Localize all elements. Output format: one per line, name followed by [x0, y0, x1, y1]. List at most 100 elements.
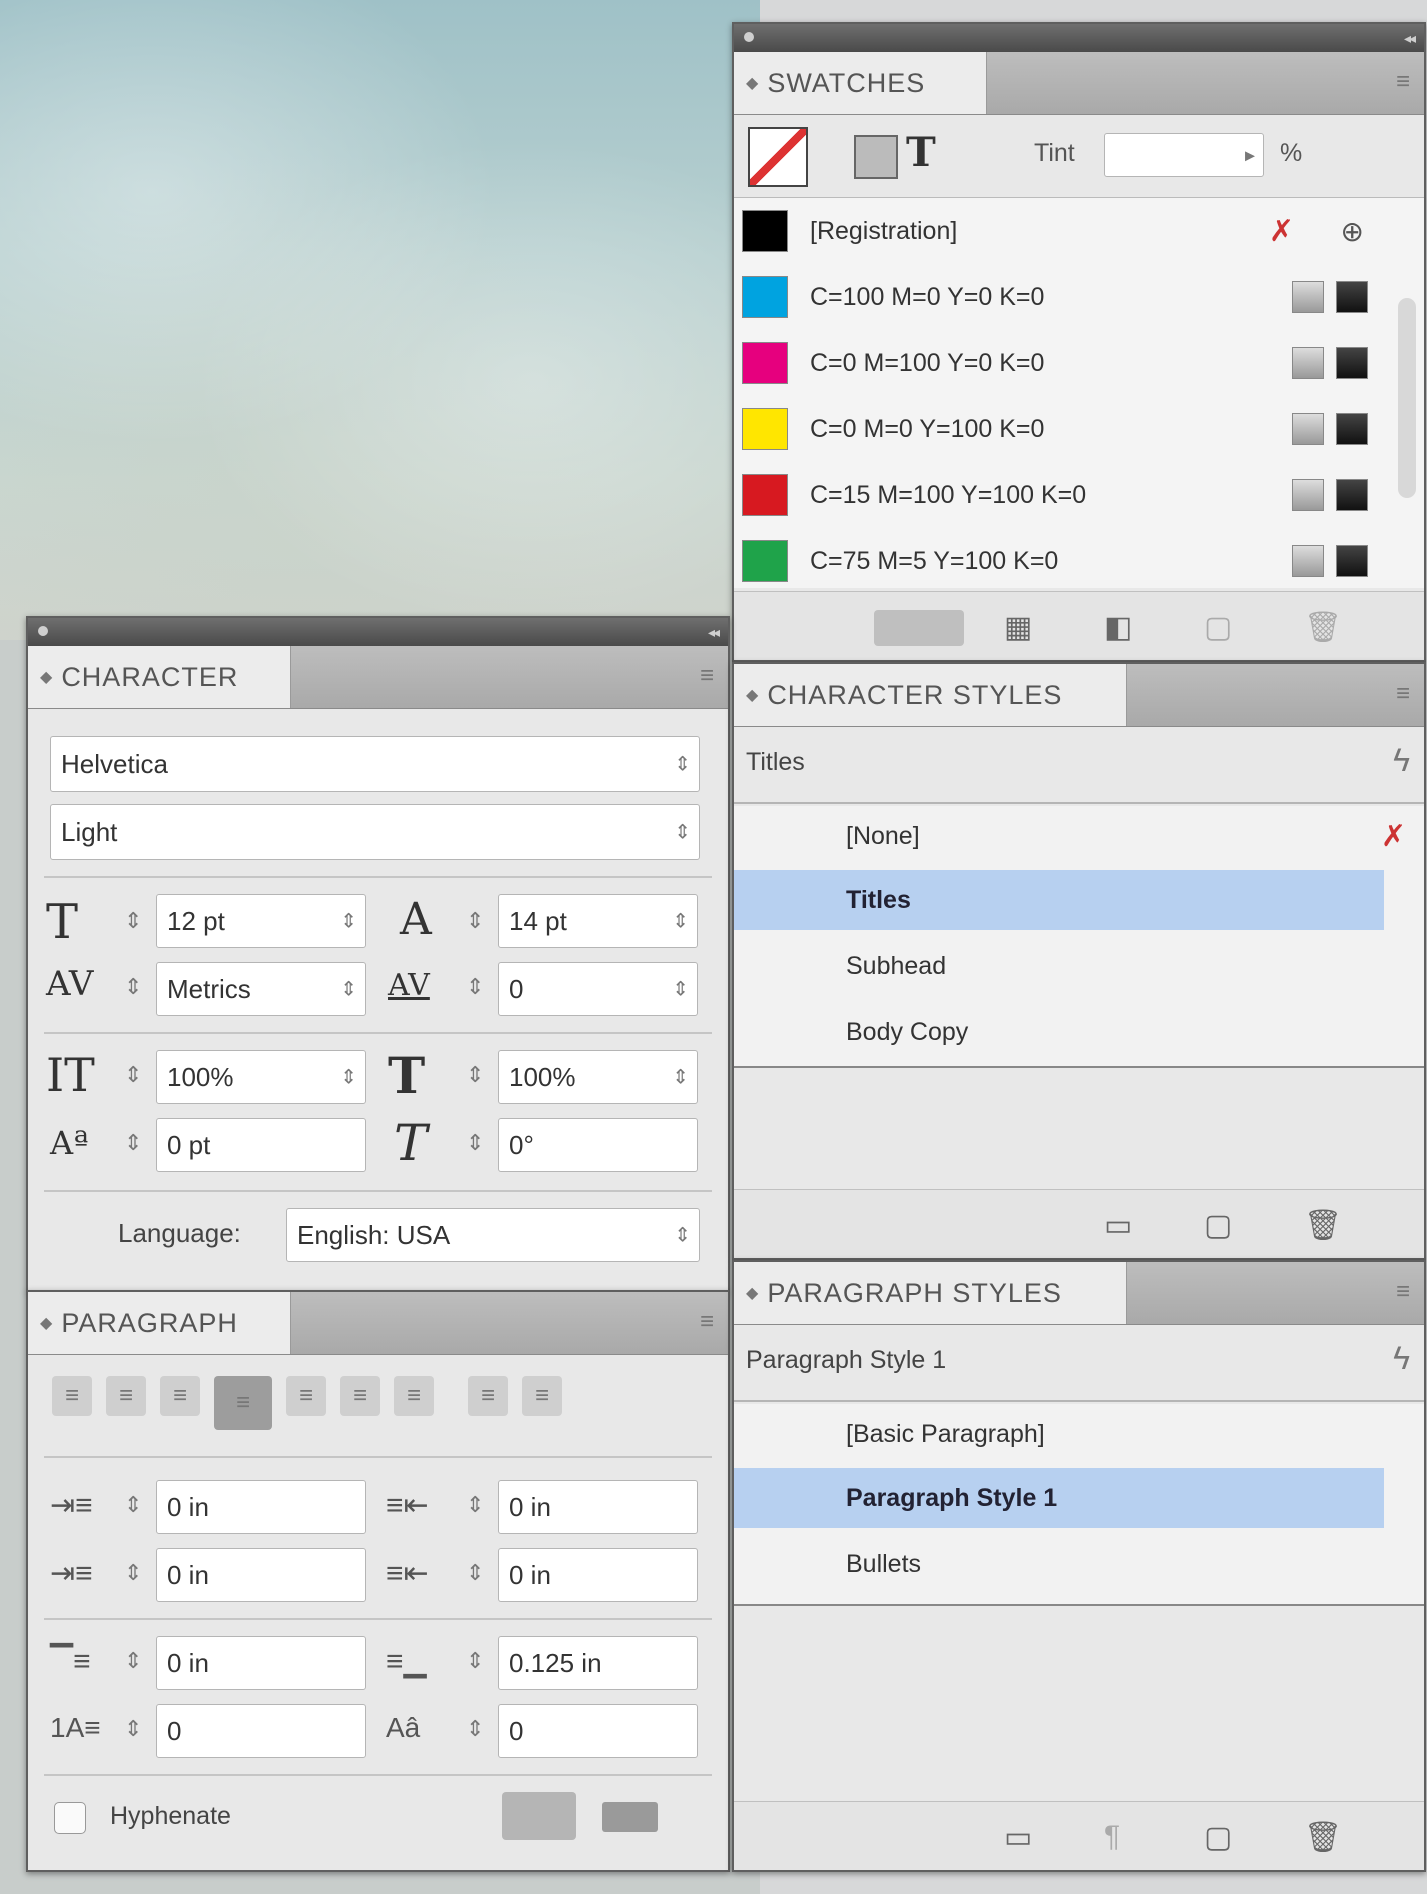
panel-menu-icon[interactable]: ≡ — [1396, 68, 1410, 96]
space-after-input[interactable]: 0.125 in — [498, 1636, 698, 1690]
leading-stepper[interactable]: ⇕ — [466, 908, 484, 934]
list-item[interactable]: [Basic Paragraph] — [734, 1404, 1384, 1464]
new-swatch-icon[interactable]: ▢ — [1204, 610, 1232, 645]
lightning-icon[interactable]: ϟ — [1393, 1340, 1410, 1377]
right-indent-input[interactable]: 0 in — [498, 1480, 698, 1534]
font-family-select[interactable]: Helvetica ⇕ — [50, 736, 700, 792]
last-line-indent-input[interactable]: 0 in — [498, 1548, 698, 1602]
list-item[interactable]: [None] ✗ — [734, 806, 1406, 866]
list-item[interactable]: Subhead — [734, 936, 1384, 996]
drop-cap-lines-input[interactable]: 0 — [156, 1704, 366, 1758]
new-style-icon[interactable]: ▢ — [1204, 1820, 1232, 1855]
align-right-icon[interactable]: ≡ — [160, 1376, 200, 1416]
align-away-spine-icon[interactable]: ≡ — [522, 1376, 562, 1416]
right-indent-stepper[interactable]: ⇕ — [466, 1492, 484, 1518]
tracking-input[interactable]: 0 ⇕ — [498, 962, 698, 1016]
skew-stepper[interactable]: ⇕ — [466, 1130, 484, 1156]
skew-input[interactable]: 0° — [498, 1118, 698, 1172]
horizontal-scale-stepper[interactable]: ⇕ — [466, 1062, 484, 1088]
justify-right-icon[interactable]: ≡ — [340, 1376, 380, 1416]
space-before-stepper[interactable]: ⇕ — [124, 1648, 142, 1674]
panel-menu-icon[interactable]: ≡ — [700, 1308, 714, 1336]
kerning-input[interactable]: Metrics ⇕ — [156, 962, 366, 1016]
language-select[interactable]: English: USA ⇕ — [286, 1208, 700, 1262]
left-indent-input[interactable]: 0 in — [156, 1480, 366, 1534]
formatting-text-icon[interactable]: T — [906, 129, 936, 176]
align-towards-spine-icon[interactable]: ≡ — [468, 1376, 508, 1416]
swatch-row[interactable]: C=15 M=100 Y=100 K=0 — [742, 468, 1374, 522]
tab-toggle-icon[interactable]: ◆ — [746, 685, 759, 705]
drop-cap-chars-input[interactable]: 0 — [498, 1704, 698, 1758]
font-style-select[interactable]: Light ⇕ — [50, 804, 700, 860]
panel-menu-icon[interactable]: ≡ — [700, 662, 714, 690]
font-size-stepper[interactable]: ⇕ — [124, 908, 142, 934]
tab-swatches[interactable]: ◆ SWATCHES — [734, 52, 987, 114]
swatch-row[interactable]: C=75 M=5 Y=100 K=0 — [742, 534, 1374, 588]
swatch-row[interactable]: C=0 M=0 Y=100 K=0 — [742, 402, 1374, 456]
baseline-shift-stepper[interactable]: ⇕ — [124, 1130, 142, 1156]
tab-paragraph-styles[interactable]: ◆ PARAGRAPH STYLES — [734, 1262, 1127, 1324]
delete-swatch-icon[interactable]: 🗑 — [1304, 610, 1342, 645]
list-item[interactable]: Paragraph Style 1 — [734, 1468, 1384, 1528]
vertical-scale-input[interactable]: 100% ⇕ — [156, 1050, 366, 1104]
baseline-shift-input[interactable]: 0 pt — [156, 1118, 366, 1172]
close-icon[interactable] — [38, 626, 48, 636]
tab-paragraph[interactable]: ◆ PARAGRAPH — [28, 1292, 291, 1354]
hyphenate-checkbox[interactable] — [54, 1802, 86, 1834]
fill-stroke-icon[interactable] — [748, 127, 808, 187]
tab-toggle-icon[interactable]: ◆ — [746, 73, 759, 93]
space-before-input[interactable]: 0 in — [156, 1636, 366, 1690]
panel-menu-icon[interactable]: ≡ — [1396, 680, 1410, 708]
tab-character-styles[interactable]: ◆ CHARACTER STYLES — [734, 664, 1127, 726]
new-style-icon[interactable]: ▢ — [1204, 1208, 1232, 1243]
delete-style-icon[interactable]: 🗑 — [1304, 1820, 1342, 1855]
list-item[interactable]: Body Copy — [734, 1002, 1384, 1062]
swatches-titlebar[interactable]: ◂◂ — [734, 24, 1424, 52]
align-left-icon[interactable]: ≡ — [52, 1376, 92, 1416]
grid-align-icon[interactable] — [602, 1802, 658, 1832]
swatches-scrollbar[interactable] — [1398, 298, 1416, 498]
swatch-row[interactable]: [Registration] ✗ ⊕ — [742, 204, 1374, 258]
formatting-container-icon[interactable] — [854, 135, 898, 179]
last-line-indent-stepper[interactable]: ⇕ — [466, 1560, 484, 1586]
clear-overrides-icon[interactable]: ¶ — [1104, 1820, 1120, 1854]
new-style-group-icon[interactable]: ▭ — [1104, 1208, 1132, 1243]
character-titlebar[interactable]: ◂◂ — [28, 618, 728, 646]
leading-input[interactable]: 14 pt ⇕ — [498, 894, 698, 948]
tab-toggle-icon[interactable]: ◆ — [40, 1313, 53, 1333]
justify-all-icon[interactable]: ≡ — [394, 1376, 434, 1416]
close-icon[interactable] — [744, 32, 754, 42]
justify-left-icon[interactable]: ≡ — [214, 1376, 272, 1430]
panel-menu-icon[interactable]: ≡ — [1396, 1278, 1410, 1306]
justify-center-icon[interactable]: ≡ — [286, 1376, 326, 1416]
vertical-scale-stepper[interactable]: ⇕ — [124, 1062, 142, 1088]
list-item[interactable]: Bullets — [734, 1534, 1384, 1594]
tint-input[interactable]: ▸ — [1104, 133, 1264, 177]
show-gradient-swatches-icon[interactable]: ◧ — [1104, 610, 1132, 645]
tab-toggle-icon[interactable]: ◆ — [746, 1283, 759, 1303]
font-size-input[interactable]: 12 pt ⇕ — [156, 894, 366, 948]
swatch-row[interactable]: C=0 M=100 Y=0 K=0 — [742, 336, 1374, 390]
tab-toggle-icon[interactable]: ◆ — [40, 667, 53, 687]
left-indent-stepper[interactable]: ⇕ — [124, 1492, 142, 1518]
space-after-stepper[interactable]: ⇕ — [466, 1648, 484, 1674]
horizontal-scale-input[interactable]: 100% ⇕ — [498, 1050, 698, 1104]
align-center-icon[interactable]: ≡ — [106, 1376, 146, 1416]
collapse-icon[interactable]: ◂◂ — [1404, 30, 1416, 47]
lightning-icon[interactable]: ϟ — [1393, 742, 1410, 779]
show-all-swatches-icon[interactable] — [874, 610, 964, 646]
tab-character[interactable]: ◆ CHARACTER — [28, 646, 291, 708]
list-item[interactable]: Titles — [734, 870, 1384, 930]
no-grid-align-icon[interactable] — [502, 1792, 576, 1840]
drop-cap-lines-stepper[interactable]: ⇕ — [124, 1716, 142, 1742]
tracking-stepper[interactable]: ⇕ — [466, 974, 484, 1000]
show-color-swatches-icon[interactable]: ▦ — [1004, 610, 1032, 645]
kerning-stepper[interactable]: ⇕ — [124, 974, 142, 1000]
delete-style-icon[interactable]: 🗑 — [1304, 1208, 1342, 1243]
swatch-row[interactable]: C=100 M=0 Y=0 K=0 — [742, 270, 1374, 324]
collapse-icon[interactable]: ◂◂ — [708, 624, 720, 641]
first-line-indent-input[interactable]: 0 in — [156, 1548, 366, 1602]
first-line-indent-stepper[interactable]: ⇕ — [124, 1560, 142, 1586]
new-style-group-icon[interactable]: ▭ — [1004, 1820, 1032, 1855]
drop-cap-chars-stepper[interactable]: ⇕ — [466, 1716, 484, 1742]
